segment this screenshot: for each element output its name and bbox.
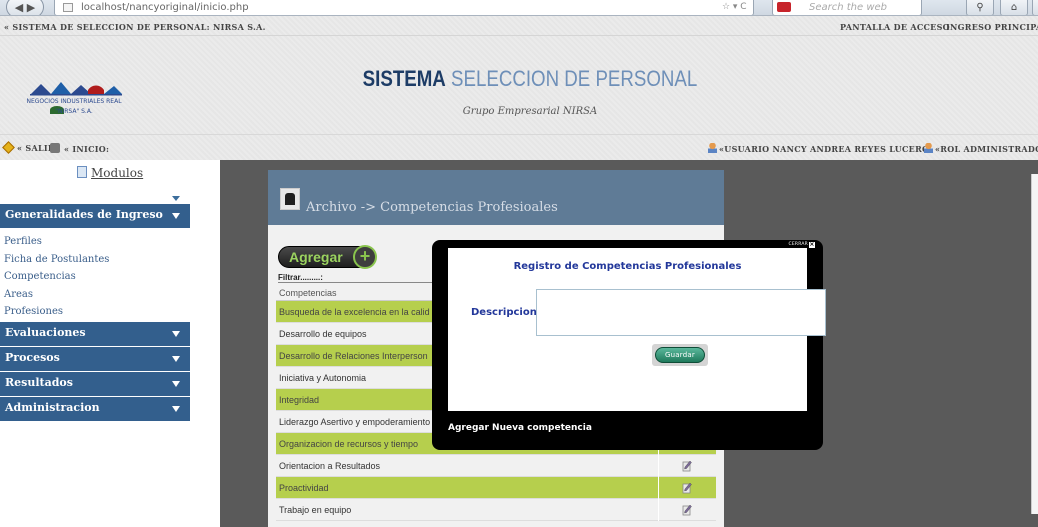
column-divider <box>658 499 659 521</box>
address-bar[interactable]: localhost/nancyoriginal/inicio.php <box>54 0 754 15</box>
section-evaluaciones[interactable]: Evaluaciones <box>0 321 190 346</box>
section-procesos[interactable]: Procesos <box>0 346 190 371</box>
edit-icon[interactable] <box>682 504 692 516</box>
modulos-label: Modulos <box>91 166 144 180</box>
sidebar-item-ficha-postulantes[interactable]: Ficha de Postulantes <box>4 251 190 269</box>
panel-header: Archivo -> Competencias Profesioales <box>268 170 724 225</box>
sidebar-item-areas[interactable]: Areas <box>4 286 190 304</box>
add-button-label: Agregar <box>289 249 343 265</box>
user-info: «USUARIO NANCY ANDREA REYES LUCERO <box>708 143 929 154</box>
sidebar: Modulos Generalidades de Ingreso Perfile… <box>0 160 220 527</box>
table-row: Orientacion a Resultados <box>276 455 716 477</box>
section-administracion[interactable]: Administracion <box>0 396 190 421</box>
save-button[interactable]: Guardar <box>655 347 705 363</box>
reload-icon[interactable]: ☆ ▾ C <box>722 2 747 12</box>
edit-icon[interactable] <box>682 460 692 472</box>
competencia-name: Desarrollo de equipos <box>279 329 367 339</box>
descripcion-label: Descripcion: <box>471 307 541 318</box>
right-scrollbar[interactable] <box>1031 174 1038 514</box>
table-row: Proactividad <box>276 477 716 499</box>
search-placeholder: Search the web <box>809 2 888 13</box>
column-divider <box>658 477 659 499</box>
modules-accordion: Generalidades de Ingreso Perfiles Ficha … <box>0 196 190 422</box>
url-text: localhost/nancyoriginal/inicio.php <box>81 2 249 13</box>
search-engine-icon <box>777 2 791 12</box>
role-info: «ROL ADMINISTRADOR <box>924 143 1038 154</box>
home-icon <box>50 143 60 153</box>
modulos-icon <box>77 166 87 178</box>
site-title-part2: SELECCION DE PERSONAL <box>445 66 698 91</box>
archive-icon <box>280 188 300 210</box>
competencia-name: Desarrollo de Relaciones Interperson <box>279 351 428 361</box>
competencia-name: Proactividad <box>279 483 329 493</box>
sidebar-item-profesiones[interactable]: Profesiones <box>4 303 190 321</box>
site-header: « SISTEMA DE SELECCION DE PERSONAL: NIRS… <box>0 16 1038 160</box>
browser-toolbar: ◀ ▶ localhost/nancyoriginal/inicio.php ☆… <box>0 0 1038 16</box>
exit-icon <box>2 141 15 154</box>
home-button[interactable]: ⌂ <box>1000 0 1028 15</box>
modal-body: Registro de Competencias Profesionales D… <box>448 248 826 411</box>
competencia-name: Trabajo en equipo <box>279 505 352 515</box>
filter-label[interactable]: Filtrar.........: <box>278 273 323 282</box>
ingreso-principal-link[interactable]: INGRESO PRINCIPAL <box>946 22 1038 32</box>
section-resultados[interactable]: Resultados <box>0 371 190 396</box>
logo-text-line2: "NIRSA" S.A. <box>55 108 93 115</box>
top-nav: « SISTEMA DE SELECCION DE PERSONAL: NIRS… <box>0 16 1038 36</box>
user-status-bar: « SALIR: « INICIO: «USUARIO NANCY ANDREA… <box>0 134 1038 160</box>
user-label: «USUARIO NANCY ANDREA REYES LUCERO <box>719 144 930 154</box>
modal-title: Registro de Competencias Profesionales <box>513 261 742 272</box>
browser-search-input[interactable]: Search the web <box>772 0 922 15</box>
section-generalidades[interactable]: Generalidades de Ingreso <box>0 204 190 228</box>
column-divider <box>658 455 659 477</box>
pantalla-acceso-link[interactable]: PANTALLA DE ACCESO <box>840 22 950 32</box>
competencia-name: Integridad <box>279 395 320 405</box>
modulos-link[interactable]: Modulos <box>77 166 143 180</box>
add-button[interactable]: Agregar + <box>278 245 377 269</box>
nirsa-logo: NEGOCIOS INDUSTRIALES REAL "NIRSA" S.A. <box>10 76 138 126</box>
section-generalidades-items: Perfiles Ficha de Postulantes Competenci… <box>0 229 190 322</box>
competencia-name: Liderazgo Asertivo y empoderamiento <box>279 417 431 427</box>
save-button-frame: Guardar <box>652 344 708 366</box>
role-label: «ROL ADMINISTRADOR <box>935 144 1038 154</box>
sidebar-item-competencias[interactable]: Competencias <box>4 268 190 286</box>
menu-button[interactable]: ▾ <box>1032 0 1038 15</box>
site-title: SISTEMA SELECCION DE PERSONAL <box>360 66 700 92</box>
page-icon <box>63 3 73 12</box>
collapse-all-arrow-icon[interactable] <box>0 196 190 204</box>
logo-text-line1: NEGOCIOS INDUSTRIALES REAL <box>26 98 122 105</box>
modal-caption: Agregar Nueva competencia <box>448 423 592 433</box>
plus-icon: + <box>353 245 377 269</box>
inicio-label: « INICIO: <box>64 144 110 154</box>
tools-button[interactable]: ⚲ <box>966 0 994 15</box>
site-title-part1: SISTEMA <box>362 66 446 91</box>
competencia-name: Iniciativa y Autonomia <box>279 373 367 383</box>
competencia-name: Organizacion de recursos y tiempo <box>279 439 419 449</box>
close-label: CERRAR <box>788 242 808 247</box>
competencia-modal: CERRAR× Registro de Competencias Profesi… <box>432 240 826 450</box>
close-icon: × <box>809 241 815 248</box>
role-icon <box>924 143 933 153</box>
sidebar-item-perfiles[interactable]: Perfiles <box>4 233 190 251</box>
panel-title: Archivo -> Competencias Profesioales <box>306 200 558 215</box>
competencia-name: Orientacion a Resultados <box>279 461 381 471</box>
edit-icon[interactable] <box>682 482 692 494</box>
site-subtitle: Grupo Empresarial NIRSA <box>462 106 598 117</box>
competencia-name: Busqueda de la excelencia en la calid <box>279 307 430 317</box>
user-icon <box>708 143 717 153</box>
back-button[interactable]: ◀ ▶ <box>6 0 44 15</box>
descripcion-field[interactable] <box>536 289 826 336</box>
system-label: « SISTEMA DE SELECCION DE PERSONAL: NIRS… <box>4 22 266 32</box>
table-row: Trabajo en equipo <box>276 499 716 521</box>
logo-shapes-icon <box>30 82 122 96</box>
inicio-link[interactable]: « INICIO: <box>50 143 109 154</box>
